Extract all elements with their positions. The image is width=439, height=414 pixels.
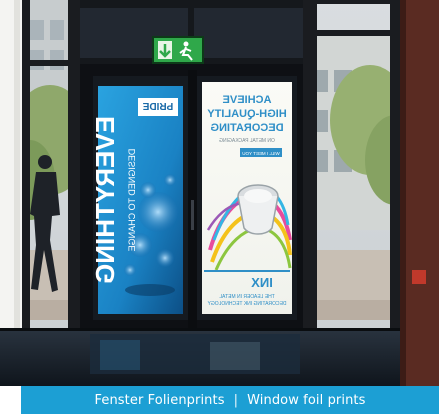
poster-left-brand: PRIDE: [142, 100, 173, 111]
poster-right-brand: INX: [251, 275, 273, 290]
poster-right-line3: DECORATING: [210, 122, 283, 134]
poster-right-tagline-b: DECORATING INK TECHNOLOGY: [207, 301, 287, 307]
caption-bar: Fenster Folienprints | Window foil print…: [21, 386, 439, 414]
exit-sign-icon: [152, 36, 204, 64]
photo-frame: PRIDE EVERYTHING DESIGNED TO CHANGE ACHI…: [0, 0, 439, 414]
caption-separator: |: [233, 392, 239, 408]
poster-right: ACHIEVE HIGH-QUALITY DECORATING ON METAL…: [202, 82, 292, 314]
poster-right-line4: ON METAL PACKAGING: [219, 138, 275, 144]
poster-right-line2: HIGH-QUALITY: [207, 108, 287, 120]
poster-left: PRIDE EVERYTHING DESIGNED TO CHANGE: [90, 86, 183, 314]
storefront-photo: PRIDE EVERYTHING DESIGNED TO CHANGE ACHI…: [0, 0, 439, 386]
poster-left-headline: EVERYTHING: [90, 116, 120, 284]
poster-right-badge: WILL I MEET YOU: [242, 151, 279, 156]
poster-right-tagline-a: THE LEADER IN METAL: [219, 294, 275, 300]
caption-english: Window foil prints: [247, 392, 366, 408]
caption-german: Fenster Folienprints: [94, 392, 225, 408]
poster-left-tagline: DESIGNED TO CHANGE: [127, 149, 137, 252]
poster-right-line1: ACHIEVE: [223, 94, 272, 106]
